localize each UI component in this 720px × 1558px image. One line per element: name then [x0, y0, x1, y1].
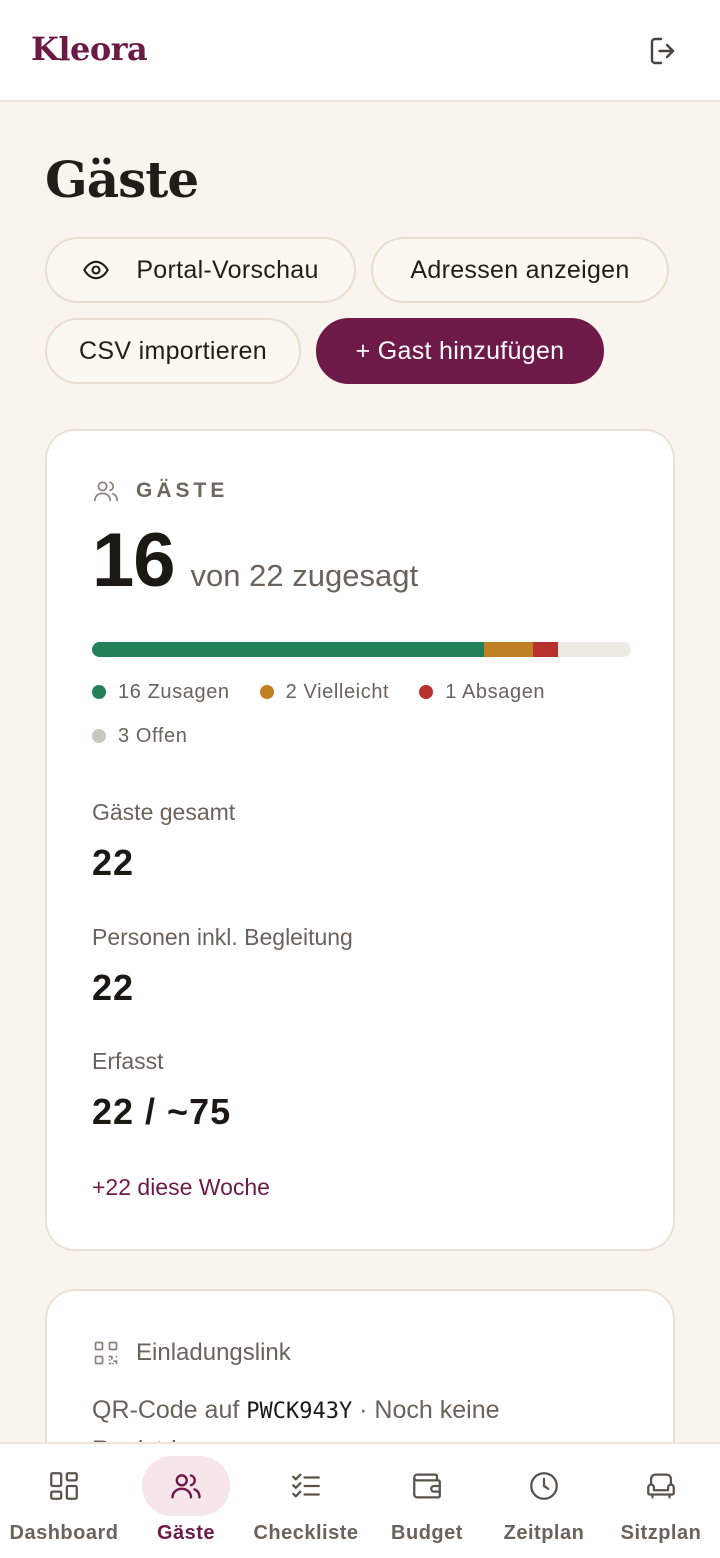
add-guest-label: + Gast hinzufügen: [355, 336, 565, 365]
nav-item-timeline[interactable]: Zeitplan: [494, 1444, 594, 1558]
confirmed-of-total: von 22 zugesagt: [190, 558, 419, 593]
sofa-icon: [617, 1456, 705, 1516]
legend-dot: [92, 729, 106, 743]
legend-item: 1 Absagen: [419, 680, 545, 704]
nav-label-guests: Gäste: [156, 1522, 216, 1544]
confirmed-summary: 16 von 22 zugesagt: [92, 517, 418, 604]
legend-item: 2 Vielleicht: [259, 680, 390, 704]
nav-label-checklist: Checkliste: [253, 1522, 359, 1544]
bottom-navigation: Dashboard Gäste Checkliste Budget Zeitpl…: [0, 1442, 720, 1558]
users-icon: [92, 477, 120, 505]
legend-label: 16 Zusagen: [118, 680, 230, 703]
import-csv-button[interactable]: CSV importieren: [45, 318, 301, 384]
stat-recorded-label: Erfasst: [92, 1048, 164, 1074]
legend-item: 16 Zusagen: [92, 680, 230, 704]
stat-persons-label: Personen inkl. Begleitung: [92, 924, 353, 950]
stat-total-guests-value: 22: [92, 842, 135, 883]
rsvp-progress-bar: [92, 642, 631, 657]
logout-button[interactable]: [644, 31, 684, 71]
page-title: Gäste: [45, 150, 199, 209]
import-csv-label: CSV importieren: [79, 336, 267, 365]
stat-total-guests: Gäste gesamt 22: [92, 799, 235, 884]
eye-icon: [82, 256, 110, 284]
invite-desc-prefix: QR-Code auf: [92, 1396, 247, 1424]
legend-dot: [259, 685, 274, 699]
wallet-icon: [383, 1456, 471, 1516]
nav-item-guests[interactable]: Gäste: [136, 1444, 236, 1558]
legend-dot: [419, 685, 434, 699]
portal-preview-label: Portal-Vorschau: [136, 255, 319, 284]
nav-item-checklist[interactable]: Checkliste: [246, 1444, 366, 1558]
confirmed-count: 16: [92, 518, 176, 603]
guests-card-label: GÄSTE: [136, 479, 229, 502]
stat-persons-value: 22: [92, 967, 135, 1008]
nav-label-seating: Sitzplan: [620, 1522, 702, 1544]
stat-recorded: Erfasst 22 / ~75: [92, 1048, 231, 1133]
nav-item-seating[interactable]: Sitzplan: [611, 1444, 711, 1558]
nav-label-dashboard: Dashboard: [9, 1522, 119, 1544]
nav-label-timeline: Zeitplan: [503, 1522, 585, 1544]
logout-icon: [646, 33, 682, 69]
stat-total-guests-label: Gäste gesamt: [92, 799, 236, 825]
app-logo[interactable]: Kleora: [31, 30, 148, 68]
invite-card-title: Einladungslink: [136, 1339, 291, 1366]
weekly-growth-note: +22 diese Woche: [92, 1174, 270, 1200]
portal-preview-button[interactable]: Portal-Vorschau: [45, 237, 356, 303]
guests-card-header: GÄSTE: [92, 477, 228, 505]
legend-dot: [92, 685, 106, 699]
qr-code-icon: [92, 1339, 120, 1367]
legend-label: 1 Absagen: [445, 680, 546, 703]
nav-item-dashboard[interactable]: Dashboard: [4, 1444, 124, 1558]
invite-code: PWCK943Y: [246, 1399, 353, 1424]
show-addresses-button[interactable]: Adressen anzeigen: [371, 237, 669, 303]
progress-segment-absagen: [533, 642, 558, 657]
rsvp-legend: 16 Zusagen 2 Vielleicht 1 Absagen 3 Offen: [92, 680, 642, 748]
progress-segment-zusagen: [92, 642, 484, 657]
legend-label: 2 Vielleicht: [285, 680, 390, 703]
dashboard-grid-icon: [20, 1456, 108, 1516]
invite-card-header: Einladungslink: [92, 1339, 291, 1367]
add-guest-button[interactable]: + Gast hinzufügen: [316, 318, 604, 384]
clock-icon: [500, 1456, 588, 1516]
nav-label-budget: Budget: [391, 1522, 463, 1544]
show-addresses-label: Adressen anzeigen: [410, 255, 630, 284]
stat-persons: Personen inkl. Begleitung 22: [92, 924, 353, 1009]
progress-segment-vielleicht: [484, 642, 533, 657]
legend-label: 3 Offen: [118, 724, 188, 747]
checklist-icon: [262, 1456, 350, 1516]
guests-summary-card: GÄSTE 16 von 22 zugesagt 16 Zusagen 2 Vie…: [45, 429, 675, 1251]
nav-item-budget[interactable]: Budget: [377, 1444, 477, 1558]
stat-recorded-value: 22 / ~75: [92, 1091, 232, 1132]
app-header: Kleora: [0, 0, 720, 102]
users-icon: [142, 1456, 230, 1516]
legend-item: 3 Offen: [92, 724, 187, 748]
